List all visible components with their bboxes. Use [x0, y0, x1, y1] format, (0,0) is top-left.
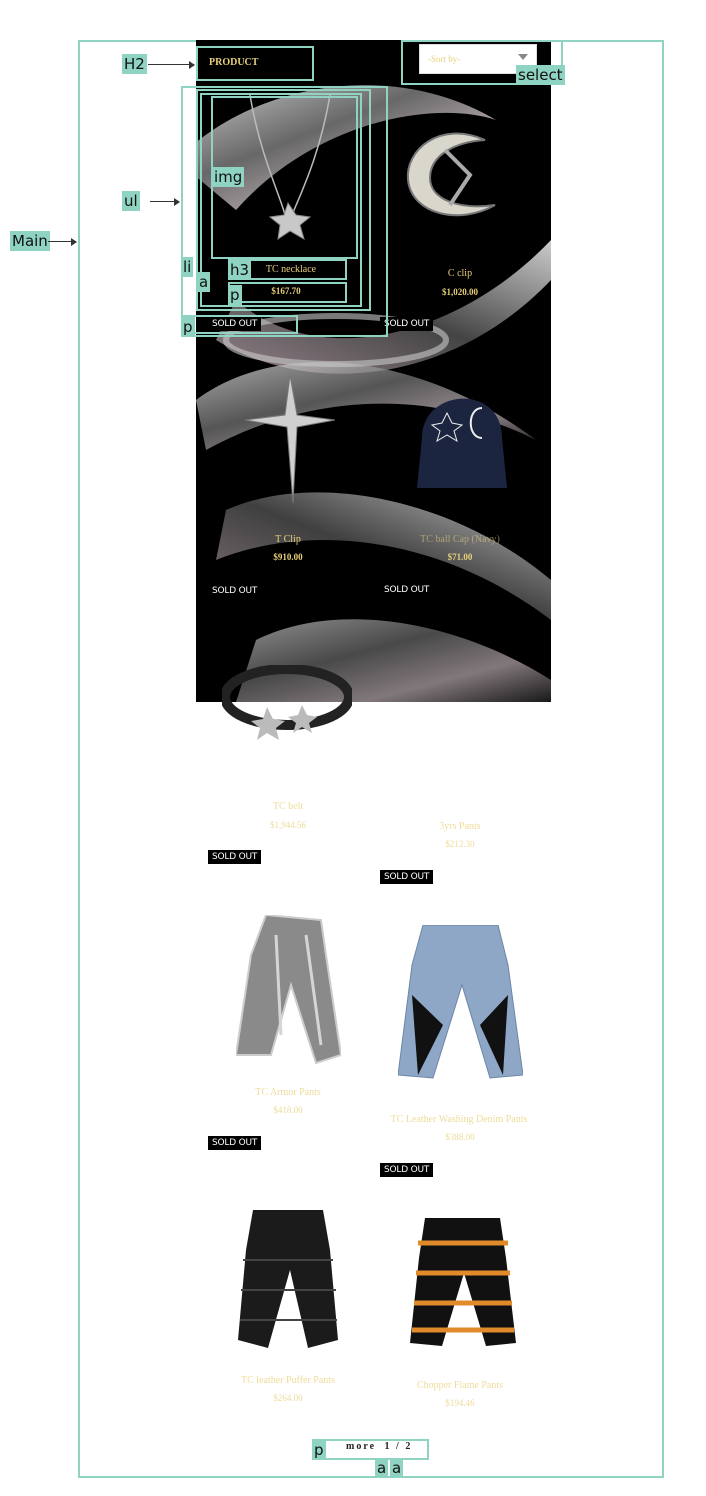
a-tag-page-1: a	[375, 1458, 389, 1478]
product-price: $194.46	[445, 1398, 475, 1408]
img-tag: img	[212, 167, 245, 187]
h3-tag: h3	[228, 260, 252, 280]
product-price: $910.00	[273, 552, 303, 562]
a-tag-page-2: a	[390, 1458, 404, 1478]
armor-pants-image	[236, 915, 341, 1065]
sold-out-badge: SOLD OUT	[208, 850, 262, 864]
chevron-down-icon	[518, 54, 528, 60]
main-arrow	[48, 238, 77, 246]
sold-out-badge: SOLD OUT	[208, 317, 262, 331]
page-title: PRODUCT	[199, 47, 311, 79]
page-link-2[interactable]: 2	[405, 1441, 412, 1452]
sold-out-badge: SOLD OUT	[380, 583, 434, 597]
h2-arrow	[148, 61, 195, 69]
product-name[interactable]: TC necklace	[236, 264, 346, 275]
p-tag-pagination: p	[312, 1440, 326, 1460]
product-price: $264.00	[273, 1393, 303, 1403]
product-price: $167.70	[271, 286, 301, 296]
page-link-1[interactable]: 1	[385, 1441, 392, 1452]
puffer-pants-image	[238, 1210, 338, 1348]
product-name[interactable]: 3yrs Pants	[410, 821, 510, 832]
product-price: $71.00	[447, 552, 473, 562]
ul-arrow	[150, 198, 180, 206]
product-name[interactable]: TC belt	[238, 801, 338, 812]
denim-pants-image	[398, 925, 523, 1079]
sold-out-badge: SOLD OUT	[380, 317, 434, 331]
product-price: $418.00	[273, 1105, 303, 1115]
sold-out-badge: SOLD OUT	[380, 870, 434, 884]
product-price: $212.30	[445, 839, 475, 849]
p-tag-status: p	[181, 317, 195, 337]
sold-out-badge: SOLD OUT	[380, 1163, 434, 1177]
product-name[interactable]: C clip	[410, 268, 510, 279]
product-name[interactable]: TC Armor Pants	[236, 1087, 340, 1098]
a-tag: a	[197, 272, 211, 292]
main-tag: Main	[10, 231, 50, 251]
sold-out-badge: SOLD OUT	[208, 1136, 262, 1150]
product-price: $1,944.56	[270, 820, 306, 830]
product-name[interactable]: TC ball Cap (Navy)	[405, 534, 515, 545]
h2-tag: H2	[122, 54, 147, 74]
flame-pants-image	[410, 1218, 516, 1346]
sold-out-badge: SOLD OUT	[208, 584, 262, 598]
product-price: $388.00	[445, 1132, 475, 1142]
product-name[interactable]: TC Leather Washing Denim Pants	[386, 1114, 532, 1125]
product-name[interactable]: TC leather Puffer Pants	[230, 1375, 346, 1386]
belt-image	[222, 665, 352, 740]
navy-cap-image	[417, 398, 507, 488]
page-separator: /	[396, 1441, 401, 1452]
ul-tag: ul	[122, 191, 140, 211]
c-clip-image	[406, 132, 496, 217]
product-name[interactable]: T Clip	[238, 534, 338, 545]
select-tag: select	[516, 65, 565, 85]
product-price: $1,020.00	[442, 287, 478, 297]
more-label: more	[346, 1441, 377, 1452]
p-tag-price: p	[228, 285, 242, 305]
t-clip-image	[245, 375, 335, 504]
product-name[interactable]: Chopper Flame Pants	[405, 1380, 515, 1391]
necklace-image	[249, 95, 331, 241]
li-tag: li	[181, 257, 194, 277]
pagination: more 1 / 2	[322, 1441, 412, 1452]
